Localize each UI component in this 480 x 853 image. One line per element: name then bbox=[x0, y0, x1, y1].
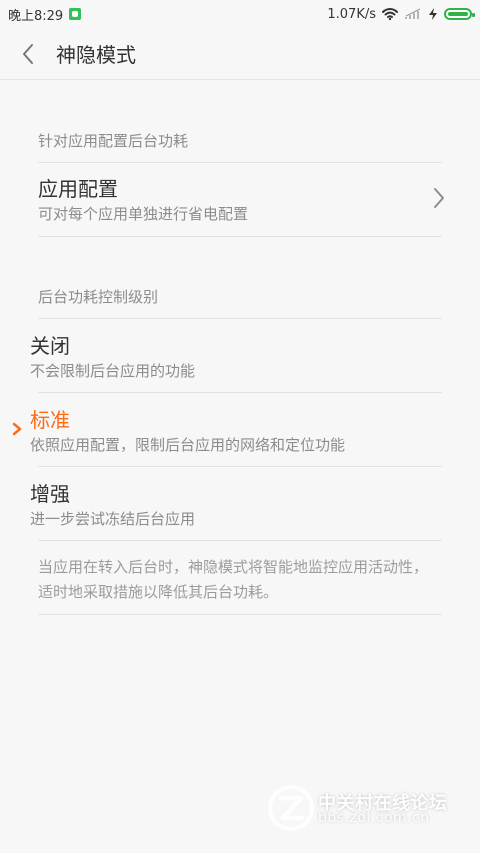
top-app-bar: 神隐模式 bbox=[0, 28, 480, 80]
description-note: 当应用在转入后台时，神隐模式将智能地监控应用活动性，适时地采取措施以降低其后台功… bbox=[38, 558, 429, 601]
app-config-subtitle: 可对每个应用单独进行省电配置 bbox=[38, 205, 249, 223]
page-title: 神隐模式 bbox=[56, 43, 136, 67]
status-bar: 晚上8:29 1.07K/s bbox=[0, 0, 480, 28]
level-option-subtitle: 依照应用配置，限制后台应用的网络和定位功能 bbox=[30, 436, 346, 454]
level-option-title: 标准 bbox=[30, 408, 70, 432]
back-button[interactable] bbox=[0, 28, 56, 80]
watermark-url: bbs.zol.com.cn bbox=[318, 810, 430, 826]
level-option-enhanced[interactable]: 增强 进一步尝试冻结后台应用 bbox=[0, 467, 480, 540]
back-arrow-icon bbox=[23, 43, 33, 64]
level-option-off[interactable]: 关闭 不会限制后台应用的功能 bbox=[0, 319, 480, 392]
selected-indicator-icon bbox=[12, 422, 22, 436]
network-speed: 1.07K/s bbox=[327, 6, 376, 22]
divider bbox=[38, 614, 442, 615]
chevron-right-icon bbox=[434, 188, 444, 208]
section-title-app-power: 针对应用配置后台功耗 bbox=[38, 132, 189, 150]
level-option-standard[interactable]: 标准 依照应用配置，限制后台应用的网络和定位功能 bbox=[0, 393, 480, 466]
app-config-title: 应用配置 bbox=[38, 177, 118, 201]
watermark-logo bbox=[268, 785, 314, 831]
status-right: 1.07K/s bbox=[327, 6, 475, 22]
watermark: 中关村在线论坛 bbs.zol.com.cn bbox=[266, 783, 456, 833]
level-option-subtitle: 进一步尝试冻结后台应用 bbox=[30, 510, 196, 528]
status-time: 晚上8:29 bbox=[8, 8, 64, 24]
wifi-icon bbox=[382, 8, 398, 20]
battery-icon bbox=[444, 8, 475, 20]
level-option-subtitle: 不会限制后台应用的功能 bbox=[30, 362, 196, 380]
divider bbox=[38, 236, 442, 237]
status-left: 晚上8:29 bbox=[8, 5, 82, 24]
section-title-control-level: 后台功耗控制级别 bbox=[38, 288, 159, 306]
notification-app-icon bbox=[69, 8, 82, 20]
level-option-title: 关闭 bbox=[30, 334, 70, 358]
charging-icon bbox=[429, 8, 437, 20]
signal-icon bbox=[405, 8, 421, 19]
app-config-row[interactable]: 应用配置 可对每个应用单独进行省电配置 bbox=[0, 163, 480, 236]
level-option-title: 增强 bbox=[30, 482, 70, 506]
divider bbox=[38, 540, 442, 541]
